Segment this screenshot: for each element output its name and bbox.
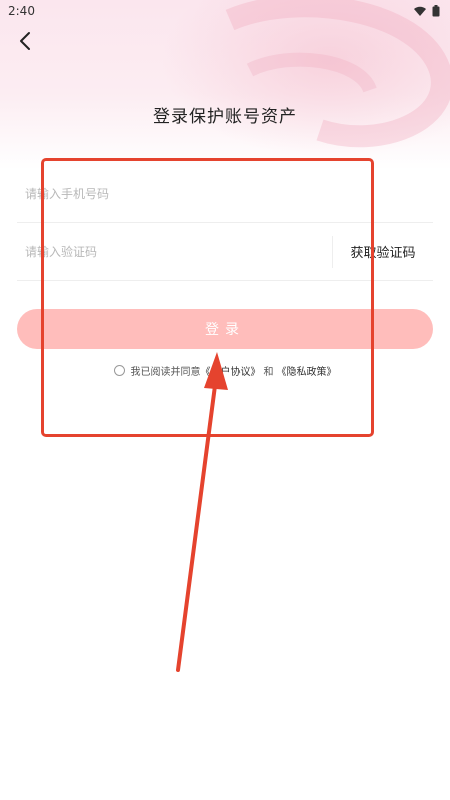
agreement-row: 我已阅读并同意 《用户协议》 和 《隐私政策》 [0, 363, 450, 378]
phone-field-row [17, 165, 433, 223]
phone-input[interactable] [17, 165, 433, 222]
status-time: 2:40 [8, 4, 35, 18]
get-code-button[interactable]: 获取验证码 [333, 242, 433, 261]
login-screen: 2:40 登录保护账号资产 获取验证码 登录 我已阅读并同意 《用户协议》 和 … [0, 0, 450, 800]
back-button[interactable] [12, 28, 38, 54]
status-bar: 2:40 [0, 0, 450, 22]
battery-icon [432, 5, 440, 17]
wifi-icon [414, 6, 426, 16]
chevron-left-icon [20, 32, 30, 50]
agreement-radio[interactable] [113, 365, 125, 376]
agreement-prefix: 我已阅读并同意 [130, 367, 201, 378]
decorative-swirl [225, 0, 450, 148]
page-title: 登录保护账号资产 [153, 107, 297, 127]
login-button[interactable]: 登录 [17, 309, 433, 349]
code-field-row: 获取验证码 [17, 223, 433, 281]
verification-code-input[interactable] [17, 223, 332, 280]
header-background [0, 0, 450, 170]
user-agreement-link[interactable]: 《用户协议》 [201, 363, 261, 378]
privacy-policy-link[interactable]: 《隐私政策》 [277, 363, 337, 378]
agreement-connector: 和 [263, 367, 274, 378]
